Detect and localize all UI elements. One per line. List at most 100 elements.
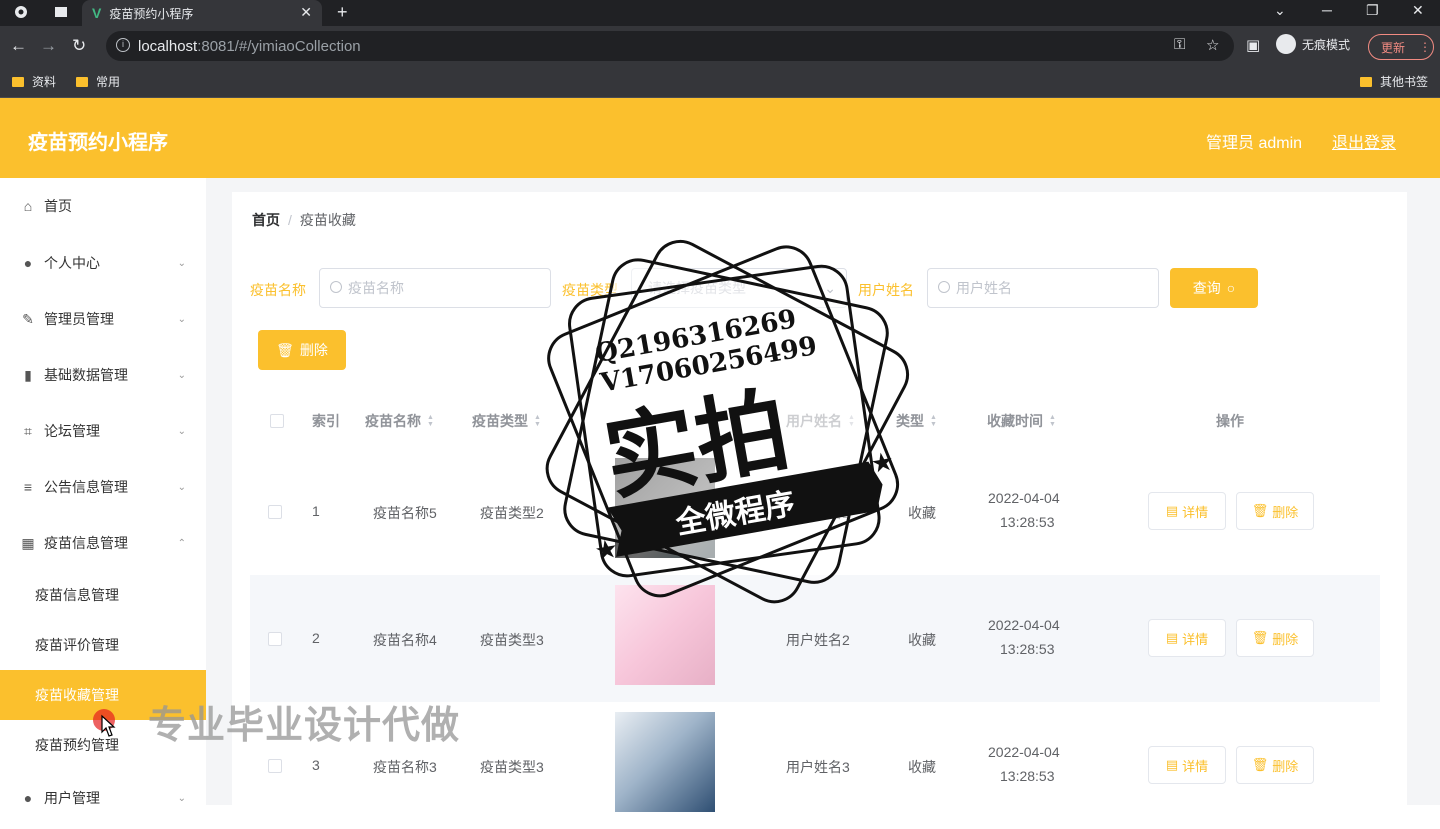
col-ops-header: 操作 [1216,413,1244,429]
chevron-down-icon: ⌄ [177,481,186,493]
col-name-header[interactable]: 疫苗名称 ▲ ▼ [365,411,434,431]
cell-kind: 收藏 [908,632,936,648]
sidebar-subitem-vaccine-review[interactable]: 疫苗评价管理 [0,620,206,670]
minimize-icon[interactable]: ─ [1322,2,1332,18]
cell-index: 2 [312,630,320,646]
delete-button[interactable]: 🗑 删除 [1236,746,1314,784]
select-all-checkbox[interactable] [270,414,284,428]
crop-icon: ⌗ [24,422,32,439]
row-checkbox[interactable] [268,505,282,519]
incognito-label: 无痕模式 [1302,37,1351,52]
row-checkbox[interactable] [268,632,282,646]
bookmark-label: 其他书签 [1380,75,1429,89]
app-header: 疫苗预约小程序 管理员 admin 退出登录 [0,98,1440,178]
col-user-header[interactable]: 用户姓名 ▲ ▼ [786,411,855,431]
vaccine-type-label: 疫苗类型 [562,282,618,298]
star-icon[interactable]: ☆ [1206,36,1219,54]
detail-button[interactable]: ▤ 详情 [1148,492,1226,530]
sidebar-item-user-manage[interactable]: ● 用户管理 ⌄ [0,770,206,826]
query-button[interactable]: 查询 ○ [1170,268,1258,308]
tab-search-icon[interactable]: ⌄ [1274,2,1286,19]
delete-label: 删除 [299,342,328,358]
folder-icon [1360,76,1372,87]
url-field[interactable]: i localhost:8081/#/yimiaoCollection [106,31,1234,61]
batch-delete-button[interactable]: 🗑 删除 [258,330,346,370]
row-checkbox[interactable] [268,759,282,773]
incognito-indicator[interactable]: 无痕模式 [1276,34,1350,54]
bookmark-folder-changyong[interactable]: 常用 [76,73,120,90]
breadcrumb-separator: / [288,212,292,228]
site-info-icon[interactable]: i [116,38,130,52]
chevron-down-icon: ⌄ [177,313,186,325]
globe-icon[interactable] [14,5,28,19]
window-icon[interactable] [54,5,68,19]
cell-name: 疫苗名称5 [373,505,437,521]
delete-button[interactable]: 🗑 删除 [1236,492,1314,530]
chevron-down-icon: ⌄ [177,425,186,437]
sidebar-item-vaccine-info[interactable]: ▦ 疫苗信息管理 ⌃ [0,515,206,571]
col-kind-header[interactable]: 类型 ▲ ▼ [896,411,937,431]
breadcrumb-home[interactable]: 首页 [252,210,280,230]
forward-icon[interactable]: → [40,36,57,56]
folder-icon [12,76,24,87]
cell-user: 用户姓名2 [786,632,850,648]
search-icon [330,281,342,293]
chevron-up-icon: ⌃ [177,537,186,549]
app-title: 疫苗预约小程序 [28,132,168,154]
bookmark-folder-ziliao[interactable]: 资料 [12,73,56,90]
sidebar-item-notice[interactable]: ≡ 公告信息管理 ⌄ [0,459,206,515]
sort-icon[interactable]: ▲ ▼ [930,414,937,428]
bookmark-folder-other[interactable]: 其他书签 [1360,73,1428,90]
sidebar-item-label: 首页 [44,198,72,214]
user-name-input[interactable]: 用户姓名 [927,268,1159,308]
breadcrumb: 首页 / 疫苗收藏 [232,192,1407,248]
vaccine-name-input[interactable]: 疫苗名称 [319,268,551,308]
chevron-down-icon: ⌄ [177,257,186,269]
sort-icon[interactable]: ▲ ▼ [427,414,434,428]
user-icon: ● [23,255,33,271]
sort-icon[interactable]: ▲ ▼ [1049,414,1056,428]
sidebar-item-personal-center[interactable]: ● 个人中心 ⌄ [0,235,206,291]
chevron-down-icon: ⌄ [177,369,186,381]
col-time-header[interactable]: 收藏时间 ▲ ▼ [987,411,1056,431]
sidebar-item-forum[interactable]: ⌗ 论坛管理 ⌄ [0,403,206,459]
sidebar-item-home[interactable]: ⌂ 首页 [0,178,206,234]
admin-label: 管理员 admin [1206,135,1303,152]
sort-icon[interactable]: ▲ ▼ [848,414,855,428]
input-placeholder: 用户姓名 [956,280,1012,296]
folder-icon [76,76,88,87]
sort-icon[interactable]: ▲ ▼ [534,414,541,428]
trash-icon: 🗑 [276,341,294,358]
select-placeholder: 请选择疫苗类型 [648,280,746,296]
delete-button[interactable]: 🗑 删除 [1236,619,1314,657]
detail-button[interactable]: ▤ 详情 [1148,746,1226,784]
key-icon[interactable]: ⚿ [1174,36,1185,53]
bookmark-label: 资料 [32,75,57,89]
new-tab-icon[interactable]: + [337,2,348,23]
back-icon[interactable]: ← [10,36,27,56]
detail-button[interactable]: ▤ 详情 [1148,619,1226,657]
document-icon: ▤ [1165,503,1179,518]
window-close-icon[interactable]: ✕ [1412,2,1424,19]
sidebar-subitem-vaccine-info[interactable]: 疫苗信息管理 [0,570,206,620]
col-type-header[interactable]: 疫苗类型 ▲ ▼ [472,411,541,431]
bookmarks-bar: 资料 常用 其他书签 [0,67,1440,98]
vaccine-type-select[interactable]: 请选择疫苗类型 ⌄ [631,268,847,308]
trash-icon: 🗑 [1251,757,1269,772]
cell-time: 13:28:53 [1000,768,1055,784]
cell-name: 疫苗名称4 [373,632,437,648]
sidebar-toggle-icon[interactable]: ▣ [1246,36,1260,54]
sidebar-item-base-data[interactable]: ▮ 基础数据管理 ⌄ [0,347,206,403]
reload-icon[interactable]: ↻ [72,36,86,56]
cell-date: 2022-04-04 [988,744,1060,760]
tab-close-icon[interactable]: ✕ [300,4,312,21]
logout-link[interactable]: 退出登录 [1332,129,1396,153]
trash-icon: 🗑 [1251,630,1269,645]
browser-tab-active[interactable]: V 疫苗预约小程序 ✕ [82,0,322,26]
cell-type: 疫苗类型2 [480,505,544,521]
pencil-icon: ✎ [22,310,34,327]
user-icon: ● [23,790,33,806]
update-button[interactable]: 更新 ⋮ [1368,34,1434,60]
maximize-icon[interactable]: ❐ [1366,2,1379,19]
sidebar-item-admin-manage[interactable]: ✎ 管理员管理 ⌄ [0,291,206,347]
